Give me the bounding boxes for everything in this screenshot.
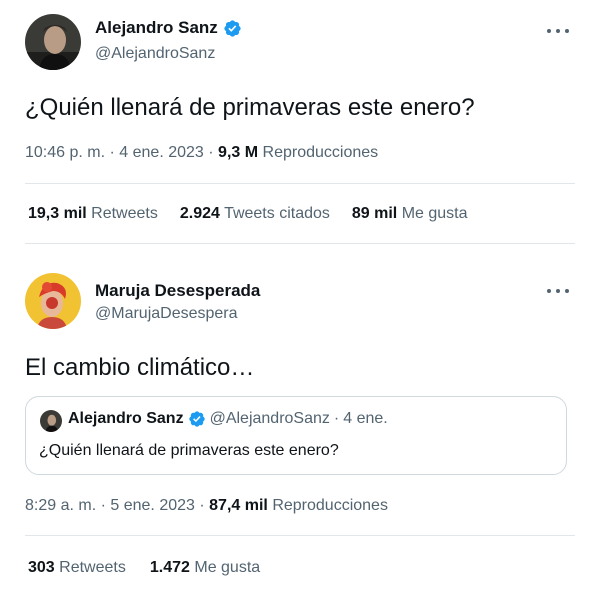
quoted-avatar [40,410,62,432]
more-options-icon[interactable] [547,26,569,36]
tweet-meta: 10:46 p. m. · 4 ene. 2023 · 9,3 M Reprod… [25,144,378,162]
likes-count: 89 mil [351,205,398,222]
quoted-text: ¿Quién llenará de primaveras este enero? [39,442,339,459]
quotes-label: Tweets citados [224,205,330,222]
verified-badge-icon [223,19,242,38]
meta-separator: · [199,497,205,514]
divider [25,183,575,184]
quotes-stat[interactable]: 2.924 Tweets citados [180,205,330,223]
author-display-name[interactable]: Alejandro Sanz [95,18,218,38]
author-display-name[interactable]: Maruja Desesperada [95,281,260,301]
retweets-label: Retweets [91,205,158,222]
verified-badge-icon [188,410,206,428]
tweet-stats: 303 Retweets 1.472 Me gusta [28,559,260,577]
author-name-row: Maruja Desesperada [95,281,260,301]
tweet-stats: 19,3 mil Retweets 2.924 Tweets citados 8… [28,205,468,223]
likes-label: Me gusta [401,205,468,222]
views-label: Reproducciones [272,497,388,514]
quoted-display-name: Alejandro Sanz [68,410,184,427]
retweets-stat[interactable]: 19,3 mil Retweets [28,205,158,223]
tweet-date[interactable]: 5 ene. 2023 [110,497,195,514]
tweet-time[interactable]: 10:46 p. m. [25,144,105,161]
avatar-maruja[interactable] [25,273,81,329]
meta-separator: · [109,144,115,161]
quoted-tweet-card[interactable]: Alejandro Sanz @AlejandroSanz · 4 ene. ¿… [25,396,567,475]
likes-stat[interactable]: 89 mil Me gusta [352,205,468,223]
avatar-alejandro[interactable] [25,14,81,70]
tweet-date[interactable]: 4 ene. 2023 [119,144,204,161]
retweets-label: Retweets [59,559,126,576]
divider [25,535,575,536]
more-options-icon[interactable] [547,286,569,296]
author-name-row: Alejandro Sanz [95,18,242,38]
meta-separator: · [208,144,214,161]
views-label: Reproducciones [262,144,379,161]
likes-stat[interactable]: 1.472 Me gusta [150,559,260,577]
quoted-header: Alejandro Sanz @AlejandroSanz · 4 ene. [68,410,388,428]
tweet-time[interactable]: 8:29 a. m. [25,497,96,514]
views-count: 9,3 M [218,144,259,161]
likes-label: Me gusta [194,559,261,576]
tweet-text: ¿Quién llenará de primaveras este enero? [25,94,475,121]
retweets-count: 19,3 mil [28,205,87,222]
author-handle[interactable]: @AlejandroSanz [95,45,215,63]
retweets-stat[interactable]: 303 Retweets [28,559,126,577]
meta-separator: · [100,497,106,514]
likes-count: 1.472 [149,559,190,576]
views-count: 87,4 mil [209,497,268,514]
author-handle[interactable]: @MarujaDesespera [95,305,238,323]
retweets-count: 303 [28,559,55,576]
tweet-meta: 8:29 a. m. · 5 ene. 2023 · 87,4 mil Repr… [25,497,388,515]
tweet-text: El cambio climático… [25,354,255,381]
quoted-date: 4 ene. [343,410,388,427]
quoted-handle: @AlejandroSanz [209,410,330,427]
divider [25,243,575,244]
quoted-separator: · [333,410,340,427]
quotes-count: 2.924 [179,205,220,222]
